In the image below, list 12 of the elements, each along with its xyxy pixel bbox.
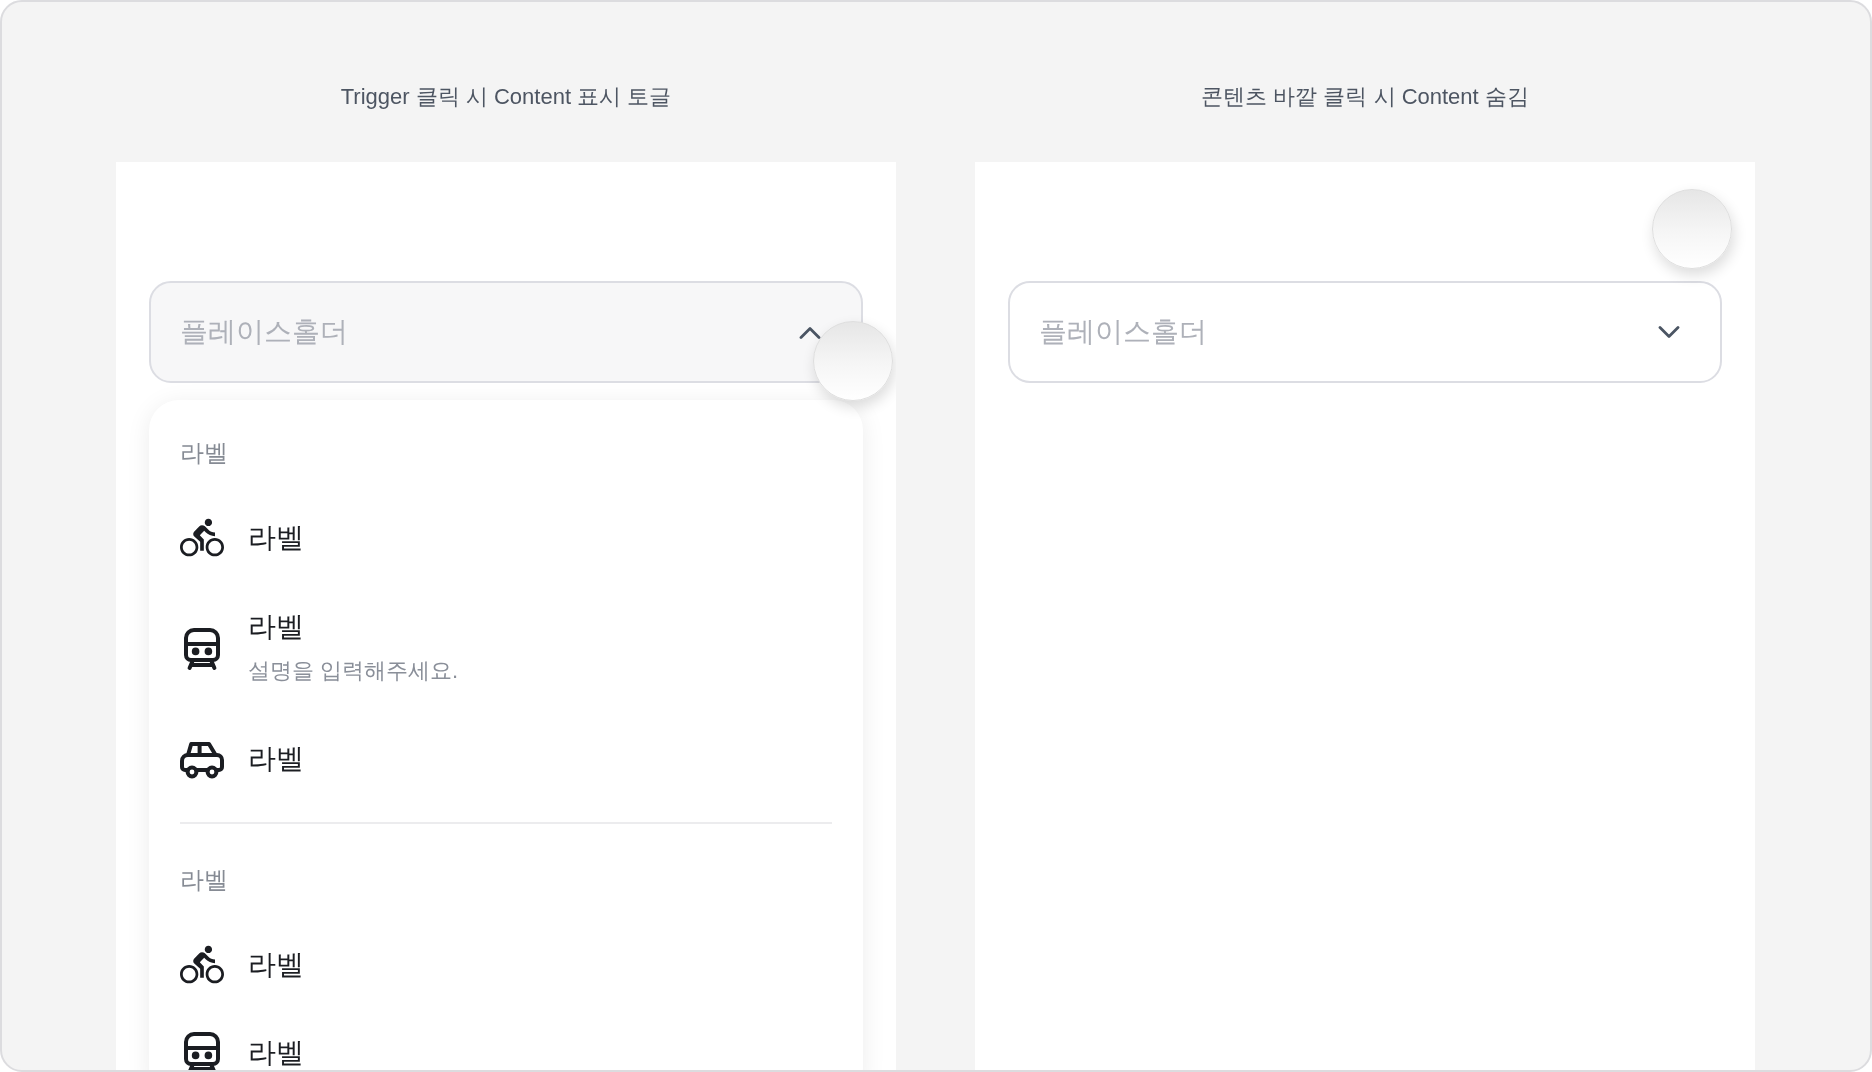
menu-item[interactable]: 라벨 [180,1009,832,1070]
menu-item[interactable]: 라벨 [180,494,832,582]
demo-title: 콘텐츠 바깥 클릭 시 Content 숨김 [1201,83,1529,111]
menu-item[interactable]: 라벨 설명을 입력해주세요. [180,582,832,715]
menu-group-label: 라벨 [180,865,228,895]
menu-item[interactable]: 라벨 [180,715,832,803]
demo-title: Trigger 클릭 시 Content 표시 토글 [340,83,672,111]
option-description: 설명을 입력해주세요. [248,657,459,685]
chevron-down-icon [1658,325,1680,339]
menu-group-label: 라벨 [180,438,228,468]
chevron-up-icon [799,325,821,339]
menu-item[interactable]: 라벨 [180,921,832,1009]
